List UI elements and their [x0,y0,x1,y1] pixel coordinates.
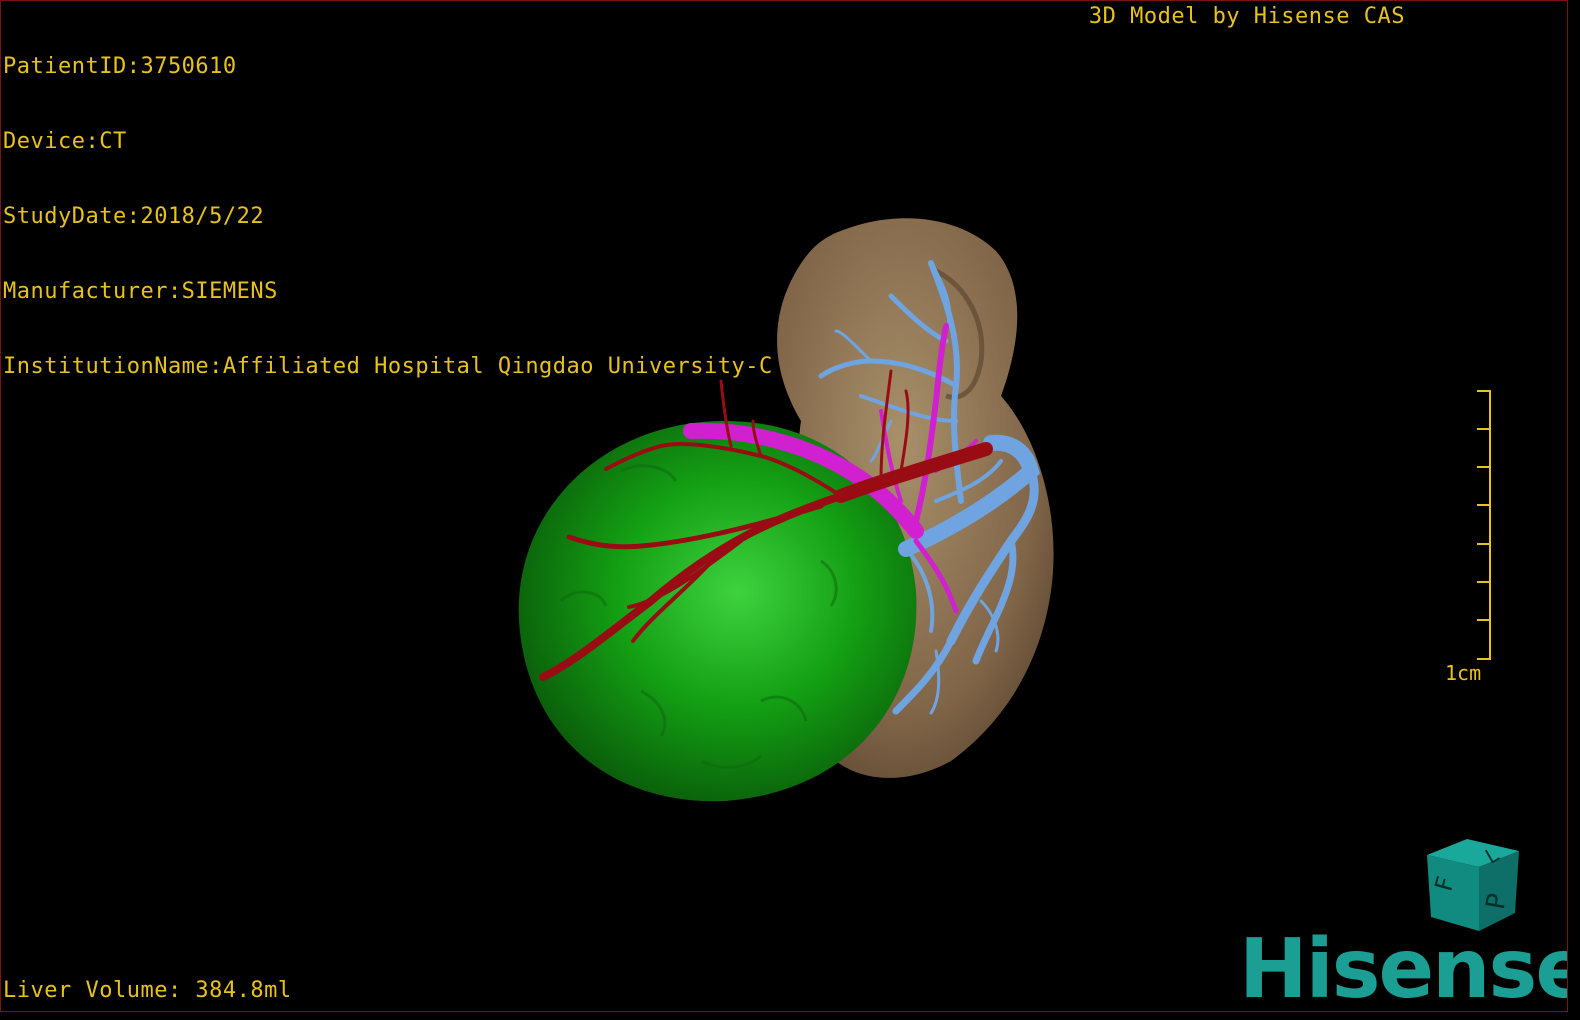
scale-label: 1cm [1445,661,1482,685]
scale-bar [1477,390,1491,660]
study-date-text: StudyDate:2018/5/22 [3,204,265,229]
device-text: Device:CT [3,129,127,154]
hisense-logo: Hisense [1239,922,1568,1012]
manufacturer-text: Manufacturer:SIEMENS [3,279,278,304]
patient-id-text: PatientID:3750610 [3,54,237,79]
liver-volume-text: Liver Volume: 384.8ml [3,978,292,1003]
institution-text: InstitutionName:Affiliated Hospital Qing… [3,354,773,379]
model-credit-text: 3D Model by Hisense CAS [1088,4,1405,29]
3d-viewport[interactable]: PatientID:3750610 Device:CT StudyDate:20… [0,0,1568,1012]
dicom-info-block: PatientID:3750610 Device:CT StudyDate:20… [3,4,773,429]
